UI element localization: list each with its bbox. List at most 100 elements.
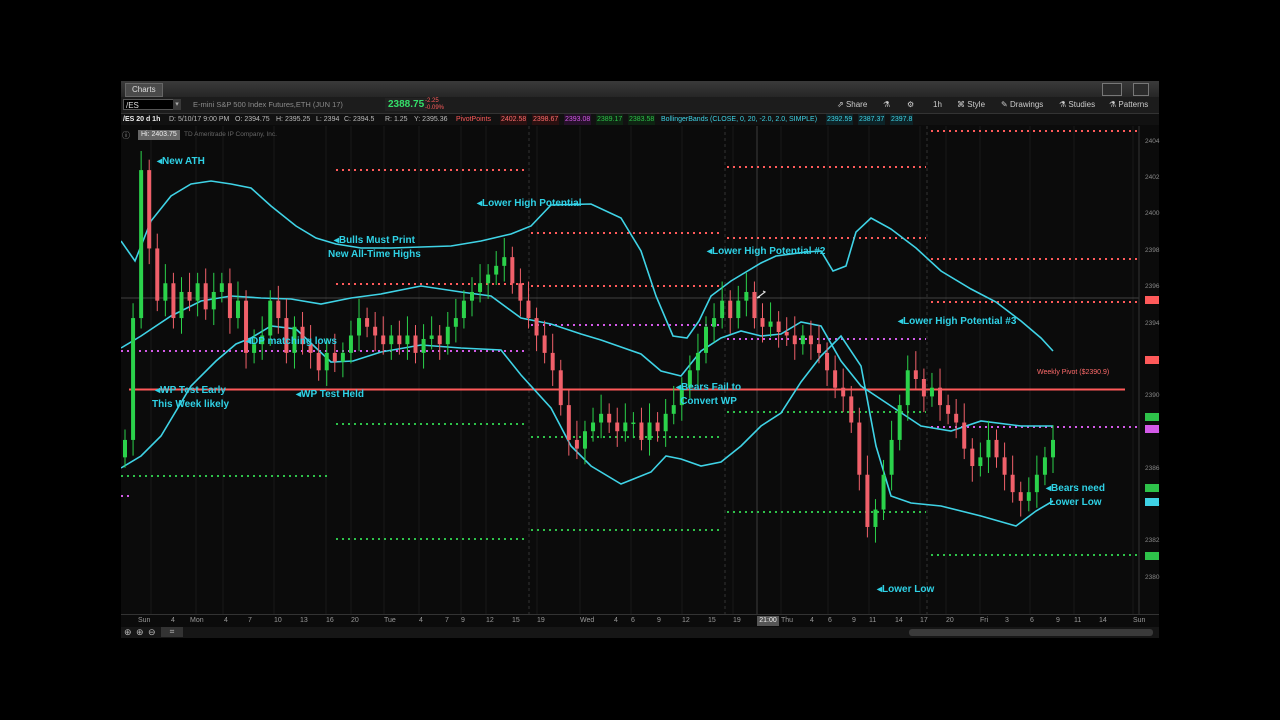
candle-body [268,300,273,336]
time-axis-label: 6 [828,617,832,624]
time-axis-label: 13 [300,617,308,624]
candle-body [373,326,378,336]
restore-window-icon[interactable] [1102,83,1122,96]
bar-low: L: 2394 [316,116,340,123]
candle-body [736,300,741,319]
candle-body [405,335,410,345]
candle-body [235,300,240,319]
bar-open: O: 2394.75 [235,116,270,123]
candle-body [712,318,717,327]
time-axis: Sun 4 Mon 4 7 10 13 16 20 Tue 4 7 9 12 1… [121,614,1159,628]
candle-body [478,283,483,292]
candle-body [768,321,773,327]
time-axis-label: 6 [631,617,635,624]
candle-body [704,326,709,353]
style-button[interactable]: ⌘ Style [957,99,985,111]
candle-body [316,352,321,371]
candle-body [389,335,394,345]
candle-body [502,257,507,266]
title-bar: Charts [121,81,1159,97]
candle-body [647,422,652,440]
candle-body [946,405,951,414]
candle-body [728,300,733,319]
flask-icon[interactable]: ⚗ [883,99,890,111]
pan-icon[interactable]: ⊕ [124,627,132,638]
high-price-tag: Hi: 2403.75 [138,130,180,140]
pivot-price-tag [1145,425,1159,433]
zoom-in-icon[interactable]: ⊕ [136,627,144,638]
time-axis-label: 10 [274,617,282,624]
chart-bottom-bar: ⊕ ⊕ ⊖ ⌗ [121,627,1159,638]
annotation-bears-need-lower-low: ◂Bears need Lower Low [1046,483,1105,508]
candle-body [929,387,934,397]
settings-gear-icon[interactable]: ⚙ [907,99,914,111]
chart-scrollbar[interactable] [909,629,1153,636]
candle-body [413,335,418,353]
time-axis-label: 4 [419,617,423,624]
candle-body [429,335,434,339]
studies-button[interactable]: ⚗ Studies [1059,99,1095,111]
candle-body [784,332,789,336]
candle-body [607,413,612,423]
bar-date: D: 5/10/17 9:00 PM [169,116,230,123]
share-button[interactable]: ⇗ Share [837,99,867,111]
candle-body [139,170,144,319]
price-axis-label: 2394 [1145,320,1160,327]
annotation-wp-test-early: ◂WP Test Early This Week likely [152,385,230,410]
time-axis-label: Tue [384,617,396,624]
zoom-out-icon[interactable]: ⊖ [148,627,156,638]
symbol-input[interactable]: /ES [123,99,179,110]
time-axis-label: 9 [657,617,661,624]
candle-body [365,318,370,327]
pivot-value: 2389.17 [596,114,624,125]
drawings-button[interactable]: ✎ Drawings [1001,99,1043,111]
candle-body [663,413,668,432]
time-axis-label: 12 [486,617,494,624]
price-change: -2.25 -0.09% [425,98,445,111]
zoom-box-icon[interactable]: ⌗ [161,627,183,637]
candle-body [873,509,878,527]
pivot-value: 2402.58 [500,114,528,125]
studies-icon: ⚗ [1059,100,1069,109]
support-price-tag [1145,484,1159,492]
candle-body [760,318,765,327]
candle-body [131,318,136,440]
candle-body [639,422,644,440]
candle-body [171,283,176,319]
timeframe-button[interactable]: 1h [933,99,942,111]
info-icon[interactable]: ⓘ [122,130,130,141]
candle-body [550,352,555,371]
window-menu-icon[interactable] [1133,83,1149,96]
band-price-tag [1145,498,1159,506]
price-axis-label: 2382 [1145,537,1160,544]
candle-body [332,352,337,362]
symbol-dropdown-icon[interactable]: ▾ [173,99,181,110]
bar-y: Y: 2395.36 [414,116,448,123]
candle-body [615,422,620,432]
candle-body [599,413,604,423]
candle-body [445,326,450,345]
candle-body [720,300,725,319]
time-axis-label: Fri [980,617,989,624]
chart-toolbar: /ES ▾ E-mini S&P 500 Index Futures,ETH (… [121,97,1159,114]
bb-study-name: BollingerBands (CLOSE, 0, 20, -2.0, 2.0,… [661,116,818,123]
candle-body [582,431,587,449]
patterns-button[interactable]: ⚗ Patterns [1109,99,1148,111]
time-axis-label: 16 [326,617,334,624]
time-axis-label: 14 [1099,617,1107,624]
annotation-lower-high-potential-3: ◂Lower High Potential #3 [898,316,1017,327]
chart-background [121,126,1159,614]
time-axis-label: Sun [1133,617,1146,624]
candle-body [276,300,281,319]
candle-body [623,422,628,432]
charts-tab[interactable]: Charts [125,83,163,97]
time-axis-label: 9 [852,617,856,624]
price-chart[interactable] [121,126,1159,614]
candle-body [994,439,999,458]
candle-body [978,457,983,467]
candle-body [921,379,926,397]
annotation-bulls-must-print: ◂Bulls Must Print New All-Time Highs [328,235,421,260]
time-axis-label: 9 [461,617,465,624]
candle-body [437,335,442,345]
candle-body [510,257,515,284]
